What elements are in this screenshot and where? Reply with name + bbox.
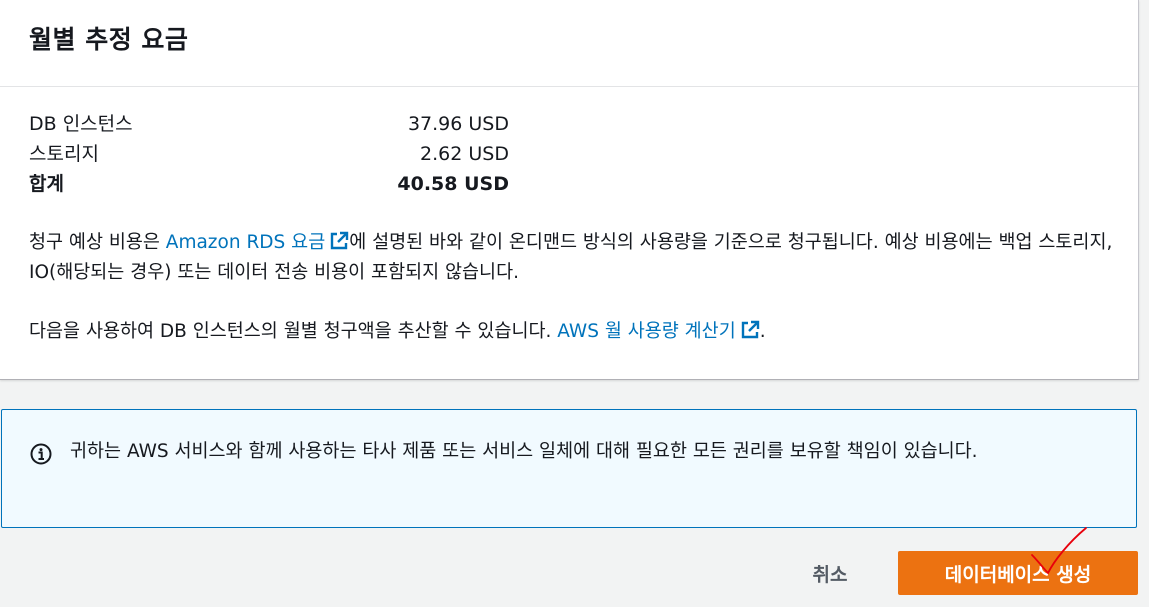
- cancel-button[interactable]: 취소: [790, 552, 870, 594]
- create-database-button[interactable]: 데이터베이스 생성: [898, 551, 1138, 595]
- calculator-note: 다음을 사용하여 DB 인스턴스의 월별 청구액을 추산할 수 있습니다. AW…: [29, 317, 1119, 347]
- calculator-note-suffix: .: [759, 321, 766, 342]
- panel-header: 월별 추정 요금: [0, 0, 1138, 87]
- panel-title: 월별 추정 요금: [29, 25, 189, 54]
- cost-row-db-instance: DB 인스턴스 37.96 USD: [29, 109, 509, 139]
- rds-pricing-link[interactable]: Amazon RDS 요금: [166, 231, 349, 253]
- cost-row-storage: 스토리지 2.62 USD: [29, 139, 509, 169]
- billing-note-prefix: 청구 예상 비용은: [29, 232, 166, 253]
- cost-label: 스토리지: [29, 143, 99, 165]
- calculator-note-prefix: 다음을 사용하여 DB 인스턴스의 월별 청구액을 추산할 수 있습니다.: [29, 321, 558, 342]
- info-icon: [30, 443, 52, 465]
- total-value: 40.58 USD: [397, 173, 509, 195]
- billing-note: 청구 예상 비용은 Amazon RDS 요금 에 설명된 바와 같이 온디맨드 …: [29, 228, 1119, 288]
- cost-label: DB 인스턴스: [29, 113, 133, 135]
- aws-calculator-link[interactable]: AWS 월 사용량 계산기: [557, 320, 760, 342]
- external-link-icon[interactable]: [740, 320, 760, 340]
- rds-pricing-link-text[interactable]: Amazon RDS 요금: [166, 232, 325, 253]
- cost-value: 2.62 USD: [420, 143, 509, 165]
- red-checkmark-annotation: [1031, 527, 1087, 575]
- aws-calculator-link-text[interactable]: AWS 월 사용량 계산기: [557, 321, 735, 342]
- cost-row-total: 합계 40.58 USD: [29, 169, 509, 199]
- total-label: 합계: [29, 173, 64, 195]
- cost-value: 37.96 USD: [407, 113, 509, 135]
- info-alert: 귀하는 AWS 서비스와 함께 사용하는 타사 제품 또는 서비스 일체에 대해…: [1, 409, 1137, 528]
- info-text: 귀하는 AWS 서비스와 함께 사용하는 타사 제품 또는 서비스 일체에 대해…: [70, 441, 978, 462]
- estimated-cost-panel: 월별 추정 요금 DB 인스턴스 37.96 USD 스토리지 2.62 USD…: [0, 0, 1139, 380]
- external-link-icon[interactable]: [329, 231, 349, 251]
